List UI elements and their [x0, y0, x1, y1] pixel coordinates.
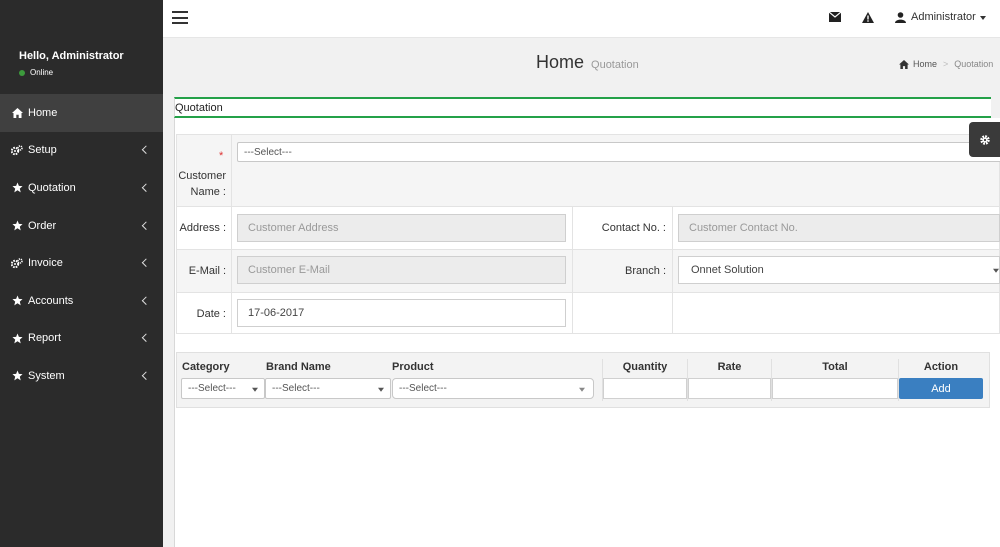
- menu-toggle-icon[interactable]: [172, 11, 188, 24]
- star-icon: [11, 220, 23, 232]
- chevron-left-icon: [141, 371, 151, 380]
- breadcrumb-current: Quotation: [954, 59, 994, 69]
- sidebar-item-invoice[interactable]: Invoice: [0, 244, 163, 282]
- header-quantity: Quantity: [622, 361, 668, 373]
- chevron-down-icon: [993, 268, 999, 273]
- chevron-down-icon: [378, 387, 384, 392]
- product-select[interactable]: ---Select---: [392, 378, 594, 399]
- sidebar-item-label: System: [28, 369, 65, 382]
- form-label-cell: [572, 292, 673, 334]
- header-brand: Brand Name: [266, 361, 331, 373]
- star-icon: [11, 182, 23, 194]
- sidebar-item-label: Invoice: [28, 257, 63, 270]
- user-panel: Hello, Administrator Online: [0, 0, 163, 94]
- rate-input[interactable]: [688, 378, 771, 399]
- email-input[interactable]: Customer E-Mail: [237, 256, 566, 284]
- home-icon: [11, 107, 23, 119]
- sidebar-item-order[interactable]: Order: [0, 207, 163, 245]
- page-title-text: Home: [536, 52, 585, 72]
- address-label: Address :: [179, 222, 226, 234]
- customer-select[interactable]: ---Select---: [237, 142, 1000, 162]
- chevron-left-icon: [141, 221, 151, 230]
- sidebar-item-label: Home: [28, 106, 58, 119]
- header-action: Action: [923, 361, 959, 373]
- sidebar-item-label: Quotation: [28, 181, 76, 194]
- status-text: Online: [30, 68, 54, 77]
- chevron-down-icon: [579, 387, 585, 392]
- chevron-left-icon: [141, 296, 151, 305]
- header-product: Product: [392, 361, 434, 373]
- quantity-input[interactable]: [603, 378, 687, 399]
- sidebar-item-setup[interactable]: Setup: [0, 132, 163, 170]
- cogs-icon: [11, 257, 23, 269]
- breadcrumb-home[interactable]: Home: [913, 59, 937, 69]
- chevron-left-icon: [141, 258, 151, 268]
- form-field-cell: [672, 292, 1000, 334]
- email-label: E-Mail :: [188, 265, 226, 277]
- star-icon: [11, 332, 23, 344]
- brand-select[interactable]: ---Select---: [265, 378, 391, 399]
- required-marker: *: [219, 150, 224, 162]
- chevron-left-icon: [141, 333, 151, 343]
- sidebar-item-label: Report: [28, 332, 62, 345]
- user-greeting: Hello, Administrator: [19, 50, 124, 62]
- branch-label: Branch :: [625, 265, 666, 277]
- add-item-button[interactable]: Add: [899, 378, 983, 399]
- date-label: Date :: [196, 308, 226, 320]
- user-status: Online: [19, 68, 163, 77]
- date-input[interactable]: 17-06-2017: [237, 299, 566, 327]
- box-header: Quotation: [174, 97, 991, 118]
- sidebar-item-report[interactable]: Report: [0, 320, 163, 358]
- caret-down-icon: [979, 16, 986, 20]
- breadcrumb-separator: >: [943, 59, 949, 69]
- sidebar-item-home[interactable]: Home: [0, 94, 163, 132]
- address-input[interactable]: Customer Address: [237, 214, 566, 242]
- warning-icon[interactable]: [862, 12, 876, 24]
- topbar: Administrator: [163, 0, 1000, 38]
- sidebar: Hello, Administrator Online Home Setup Q…: [0, 0, 163, 547]
- sidebar-item-label: Setup: [28, 144, 57, 157]
- home-icon: [899, 59, 909, 69]
- page-subtitle: Quotation: [591, 59, 639, 71]
- cogs-icon: [11, 144, 23, 156]
- sidebar-item-quotation[interactable]: Quotation: [0, 169, 163, 207]
- contact-label: Contact No. :: [601, 222, 666, 234]
- sidebar-item-system[interactable]: System: [0, 357, 163, 395]
- sidebar-menu: Home Setup Quotation Order Invoice Accou…: [0, 94, 163, 395]
- contact-input[interactable]: Customer Contact No.: [678, 214, 1000, 242]
- branch-select[interactable]: Onnet Solution: [678, 256, 1000, 284]
- breadcrumb: Home > Quotation: [899, 59, 993, 69]
- sidebar-item-accounts[interactable]: Accounts: [0, 282, 163, 320]
- gear-icon: [979, 134, 990, 145]
- user-icon: [895, 11, 906, 23]
- header-category: Category: [182, 361, 230, 373]
- chevron-down-icon: [252, 387, 258, 392]
- online-dot-icon: [19, 69, 25, 76]
- customer-name-label: Customer Name :: [178, 170, 226, 198]
- user-name: Administrator: [911, 11, 976, 23]
- sidebar-item-label: Accounts: [28, 294, 74, 307]
- settings-gear-button[interactable]: [969, 122, 1000, 157]
- user-menu[interactable]: Administrator: [895, 11, 986, 23]
- star-icon: [11, 370, 23, 382]
- header-rate: Rate: [717, 361, 742, 373]
- star-icon: [11, 295, 23, 307]
- sidebar-item-label: Order: [28, 219, 57, 232]
- total-input[interactable]: [772, 378, 898, 399]
- chevron-left-icon: [141, 183, 151, 192]
- page-title: Home Quotation: [536, 52, 639, 73]
- chevron-left-icon: [141, 145, 151, 155]
- header-total: Total: [822, 361, 848, 373]
- category-select[interactable]: ---Select---: [181, 378, 265, 399]
- box-title: Quotation: [175, 102, 223, 114]
- envelope-icon[interactable]: [828, 11, 843, 24]
